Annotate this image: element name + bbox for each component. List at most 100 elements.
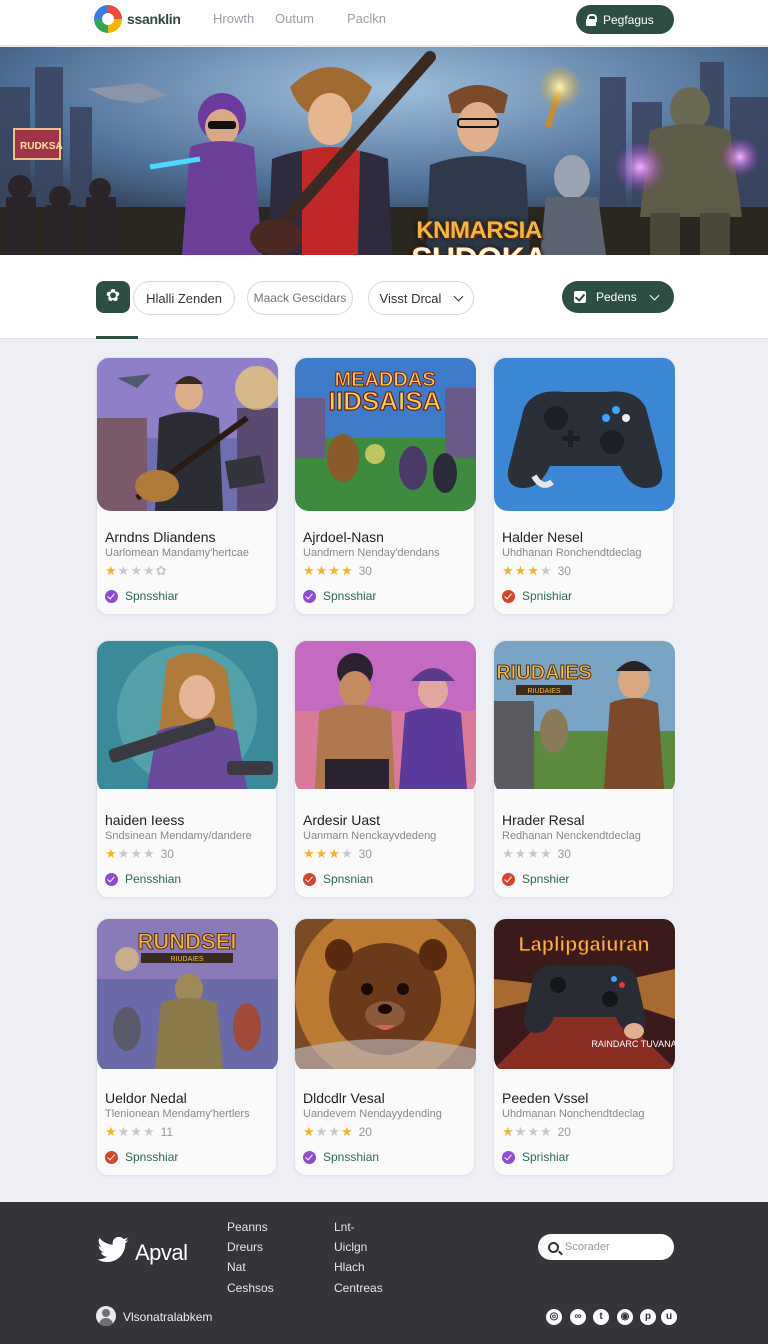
footer-link[interactable]: Peanns [227,1220,268,1234]
game-title[interactable]: Ueldor Nedal [105,1090,187,1106]
hero-banner: RUDKSA KNMARSIA [0,47,768,255]
star-icon: ★ [514,563,527,578]
u-icon[interactable]: u [661,1309,677,1325]
nav-link-2[interactable]: Outum [275,11,314,26]
publisher-badge[interactable]: Spnishiar [502,589,572,603]
footer-brand[interactable]: Apval [135,1240,188,1266]
game-rating: ★ ★ ★ ★ ✿ [105,564,168,578]
game-rating: ★ ★ ★ ★ 30 [502,846,571,862]
publisher-badge[interactable]: Spnshier [502,872,569,886]
verified-check-icon [105,1150,118,1164]
sort-dropdown-button[interactable]: Pedens [562,281,674,313]
publisher-badge[interactable]: Spnsshiar [105,1150,178,1164]
footer-link[interactable]: Ceshsos [227,1281,274,1295]
game-thumbnail[interactable]: RUNDSEI RIUDAIES [97,919,278,1072]
game-title[interactable]: Arndns Dliandens [105,529,216,545]
footer-link[interactable]: Nat [227,1260,246,1274]
pinterest-icon[interactable]: p [640,1309,656,1325]
game-card[interactable]: Halder Nesel Uhdhanan Ronchendtdeclag ★ ★… [493,357,675,615]
game-card[interactable]: Dldcdlr Vesal Uandevem Nendayydending ★ ★… [294,918,476,1176]
game-title[interactable]: Dldcdlr Vesal [303,1090,385,1106]
hero-artwork: RUDKSA [0,47,768,255]
footer-search[interactable] [538,1234,674,1260]
footer-link[interactable]: Hlach [334,1260,365,1274]
game-title[interactable]: Ajrdoel-Nasn [303,529,384,545]
publisher-label: Spnshier [522,872,570,886]
game-thumbnail[interactable] [97,358,278,511]
star-icon: ★ [142,1124,155,1139]
game-title[interactable]: Peeden Vssel [502,1090,588,1106]
thumbnail-subtitle: RIUDAIES [170,956,203,963]
footer-search-input[interactable] [565,1241,665,1253]
game-subtitle: Uandevem Nendayydending [303,1108,442,1120]
game-card[interactable]: Arndns Dliandens Uarlomean Mandamy'hertc… [96,357,278,615]
game-card[interactable]: haiden Ieess Sndsinean Mendamy/dandere ★… [96,640,278,898]
rating-count: 30 [358,564,372,578]
avatar[interactable] [96,1306,116,1326]
verified-check-icon [105,872,118,886]
twitter-icon[interactable]: t [593,1309,609,1325]
footer-username[interactable]: Vlsonatralabkem [123,1310,212,1324]
thumbnail-subtitle: RIUDAIES [527,688,560,695]
game-card[interactable]: RUNDSEI RIUDAIES Ueldor Nedal Tlenionean… [96,918,278,1176]
star-icon: ★ [303,1124,315,1139]
category-grid-button[interactable] [96,281,130,313]
filter-chip[interactable]: Maack Gescidars [247,281,353,315]
game-title[interactable]: Halder Nesel [502,529,583,545]
filter-dropdown[interactable]: Visst Drcal [368,281,474,315]
star-icon: ★ [502,563,514,578]
brand-logo-icon[interactable] [94,5,122,33]
nav-link-3[interactable]: Paclkn [347,11,386,26]
star-icon: ★ [105,1124,117,1139]
filter-chip-active[interactable]: Hlalli Zenden [133,281,235,315]
star-icon: ★ [130,1124,142,1139]
star-icon: ★ [303,563,315,578]
footer-link[interactable]: Lnt- [334,1220,355,1234]
game-thumbnail[interactable] [494,358,675,511]
hero-title: KNMARSIA SUDOKA [408,217,550,255]
footer-link[interactable]: Dreurs [227,1240,263,1254]
checkbox-icon [574,291,586,303]
thumbnail-title: RUNDSEI [137,929,236,954]
publisher-label: Sprishiar [522,1150,570,1164]
publisher-label: Spnishiar [522,589,573,603]
publisher-badge[interactable]: Spnsshiar [303,589,376,603]
game-card[interactable]: Ardesir Uast Uanmarn Nenckayvdedeng ★ ★ ★ ★… [294,640,476,898]
game-card[interactable]: RIUDAIES RIUDAIES Hrader Resal Redhanan … [493,640,675,898]
hero-title-line2: SUDOKA [408,243,550,255]
game-title[interactable]: Ardesir Uast [303,812,380,828]
game-title[interactable]: Hrader Resal [502,812,584,828]
verified-check-icon [502,872,515,886]
circle-icon[interactable]: ◎ [546,1309,562,1325]
thumbnail-title-line2: IIDSAISA [329,386,442,416]
game-card[interactable]: MEADDAS IIDSAISA Ajrdoel-Nasn Uandmern N… [294,357,476,615]
game-thumbnail[interactable] [97,641,278,794]
game-card[interactable]: Laplipgaiuran RAINDARC TUVANA EES Peeden… [493,918,675,1176]
footer-link[interactable]: Uiclgn [334,1240,367,1254]
star-icon: ★ [527,846,539,861]
game-thumbnail[interactable]: MEADDAS IIDSAISA [295,358,476,511]
nav-link-1[interactable]: Hrowth [213,11,254,26]
login-button[interactable]: Pegfagus [576,5,674,34]
game-thumbnail[interactable]: Laplipgaiuran RAINDARC TUVANA EES [494,919,675,1072]
instagram-icon[interactable]: ◉ [617,1309,633,1325]
publisher-badge[interactable]: Spnsshiar [105,589,178,603]
game-thumbnail[interactable]: RIUDAIES RIUDAIES [494,641,675,794]
game-title[interactable]: haiden Ieess [105,812,184,828]
game-rating: ★ ★ ★ ★ 20 [502,1125,571,1140]
publisher-badge[interactable]: Spnsshian [303,1150,379,1164]
link-icon[interactable]: ∞ [570,1309,586,1325]
publisher-badge[interactable]: Pensshian [105,872,181,886]
star-icon: ★ [142,563,155,578]
star-icon: ★ [502,846,514,861]
game-thumbnail[interactable] [295,641,476,794]
publisher-badge[interactable]: Sprishiar [502,1150,569,1164]
publisher-badge[interactable]: Spnsnian [303,872,373,886]
brand-name[interactable]: ssanklin [127,11,181,27]
publisher-label: Spnsshiar [323,589,377,603]
rating-count: 30 [160,847,174,861]
footer-link[interactable]: Centreas [334,1281,383,1295]
game-thumbnail[interactable] [295,919,476,1072]
twitter-bird-icon[interactable] [96,1236,130,1266]
star-icon: ★ [130,563,142,578]
